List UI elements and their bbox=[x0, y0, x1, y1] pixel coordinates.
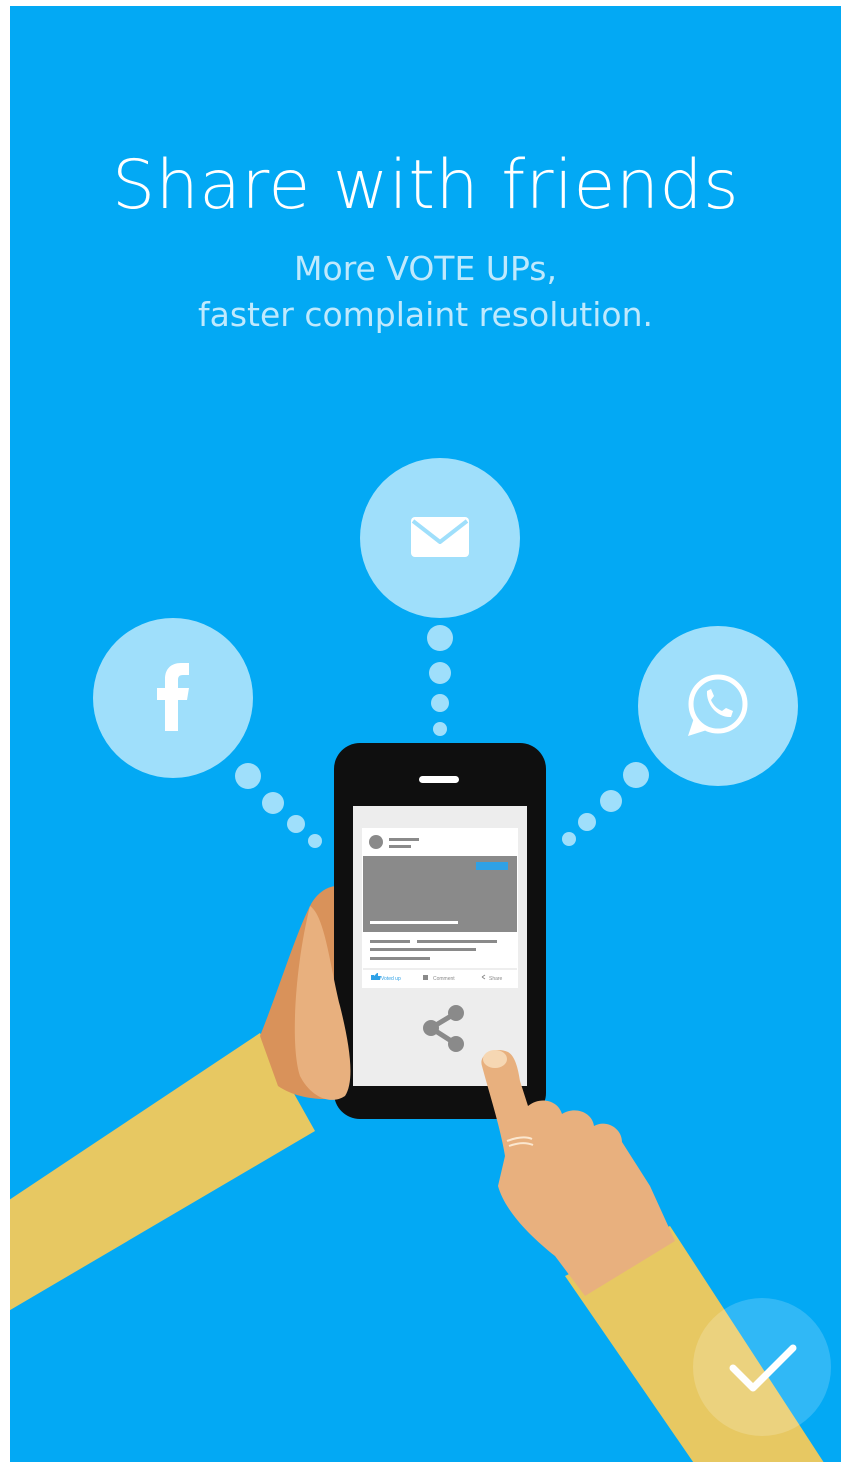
share-label: Share bbox=[489, 976, 503, 982]
facebook-icon bbox=[93, 618, 253, 778]
voted-up-label: Voted up bbox=[381, 976, 401, 982]
facebook-dots bbox=[235, 763, 322, 848]
whatsapp-dots bbox=[562, 762, 649, 846]
email-dots bbox=[427, 625, 453, 736]
comment-label: Comment bbox=[433, 976, 455, 982]
left-sleeve bbox=[10, 1033, 315, 1311]
onboarding-screen: Share with friends More VOTE UPs, faster… bbox=[10, 6, 841, 1462]
email-icon bbox=[360, 458, 520, 618]
whatsapp-icon bbox=[638, 626, 798, 786]
share-illustration: Voted up Comment Share bbox=[10, 458, 824, 1462]
done-button[interactable] bbox=[693, 1298, 831, 1436]
check-icon bbox=[729, 1344, 797, 1392]
